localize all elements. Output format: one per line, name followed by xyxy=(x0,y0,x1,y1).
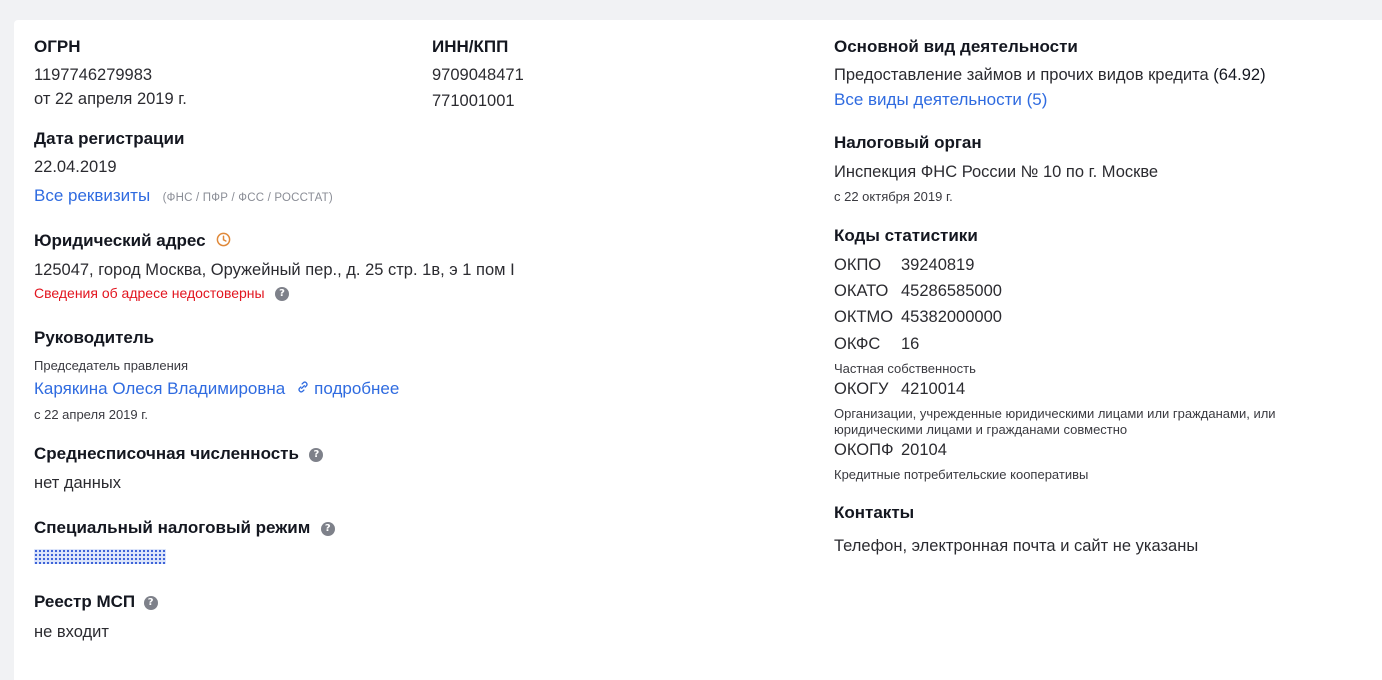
stat-okopf-desc: Кредитные потребительские кооперативы xyxy=(834,467,1089,482)
stat-okpo: ОКПО 39240819 xyxy=(834,256,974,275)
company-details-card: ОГРН 1197746279983 от 22 апреля 2019 г. … xyxy=(14,20,1382,680)
headcount-heading: Среднесписочная численность ? xyxy=(34,444,324,464)
contacts-label: Контакты xyxy=(834,503,915,522)
tax-regime-heading: Специальный налоговый режим ? xyxy=(34,518,335,538)
director-more-link[interactable]: подробнее xyxy=(314,379,399,398)
activity-value: Предоставление займов и прочих видов кре… xyxy=(834,66,1209,84)
msp-value: не входит xyxy=(34,623,109,641)
address-warning-row: Сведения об адресе недостоверны ? xyxy=(34,285,290,303)
address-warning: Сведения об адресе недостоверны xyxy=(34,285,265,301)
question-circle-icon[interactable]: ? xyxy=(275,286,290,301)
inn-value: 9709048471 xyxy=(432,66,524,84)
stat-okfs: ОКФС 16 xyxy=(834,335,919,354)
stat-okpo-value: 39240819 xyxy=(901,256,975,274)
stat-okogu-value: 4210014 xyxy=(901,380,966,398)
clock-icon[interactable] xyxy=(216,232,231,252)
ogrn-value: 1197746279983 xyxy=(34,66,153,84)
activity-row: Предоставление займов и прочих видов кре… xyxy=(834,66,1266,85)
stat-okato-value: 45286585000 xyxy=(901,282,1002,300)
stat-okato: ОКАТО 45286585000 xyxy=(834,282,1002,301)
question-circle-icon[interactable]: ? xyxy=(320,521,335,536)
stats-label: Коды статистики xyxy=(834,226,978,245)
stat-okogu-desc-1: Организации, учрежденные юридическими ли… xyxy=(834,406,1276,421)
stat-okogu: ОКОГУ 4210014 xyxy=(834,380,965,399)
inn-kpp-label: ИНН/КПП xyxy=(432,37,509,56)
registration-label: Дата регистрации xyxy=(34,129,185,148)
stat-okfs-desc: Частная собственность xyxy=(834,361,976,376)
ogrn-label: ОГРН xyxy=(34,37,81,56)
msp-label: Реестр МСП xyxy=(34,592,136,611)
kpp-value: 771001001 xyxy=(432,92,515,110)
stat-oktmo: ОКТМО 45382000000 xyxy=(834,308,1002,327)
address-label: Юридический адрес xyxy=(34,231,206,250)
stat-okato-code: ОКАТО xyxy=(834,282,889,300)
activity-label: Основной вид деятельности xyxy=(834,37,1078,56)
all-activities-link[interactable]: Все виды деятельности (5) xyxy=(834,90,1047,110)
stat-okogu-code: ОКОГУ xyxy=(834,380,889,398)
headcount-label: Среднесписочная численность xyxy=(34,444,299,463)
stat-okfs-code: ОКФС xyxy=(834,335,881,353)
contacts-value: Телефон, электронная почта и сайт не ука… xyxy=(834,537,1199,555)
headcount-value: нет данных xyxy=(34,474,122,492)
tax-regime-hidden-pattern[interactable] xyxy=(34,549,166,564)
requisites-sources: (ФНС / ПФР / ФСС / РОССТАТ) xyxy=(162,192,333,204)
stat-oktmo-code: ОКТМО xyxy=(834,308,894,326)
tax-authority-since: с 22 октября 2019 г. xyxy=(834,189,953,204)
stat-okfs-value: 16 xyxy=(901,335,920,353)
all-requisites-row: Все реквизиты (ФНС / ПФР / ФСС / РОССТАТ… xyxy=(34,186,333,206)
address-value: 125047, город Москва, Оружейный пер., д.… xyxy=(34,261,515,279)
registration-date: 22.04.2019 xyxy=(34,158,117,176)
activity-code: (64.92) xyxy=(1213,66,1266,84)
director-label: Руководитель xyxy=(34,328,155,347)
stat-okopf-code: ОКОПФ xyxy=(834,441,894,459)
stat-okogu-desc-2: юридическими лицами и гражданами совмест… xyxy=(834,422,1128,437)
stat-oktmo-value: 45382000000 xyxy=(901,308,1002,326)
director-row: Карякина Олеся Владимировна подробнее xyxy=(34,379,399,399)
stat-okpo-code: ОКПО xyxy=(834,256,882,274)
director-name-link[interactable]: Карякина Олеся Владимировна xyxy=(34,379,285,398)
tax-regime-label: Специальный налоговый режим xyxy=(34,518,311,537)
question-circle-icon[interactable]: ? xyxy=(143,595,158,610)
question-circle-icon[interactable]: ? xyxy=(309,447,324,462)
msp-heading: Реестр МСП ? xyxy=(34,592,158,612)
address-heading: Юридический адрес xyxy=(34,231,231,252)
link-icon xyxy=(296,380,310,399)
all-requisites-link[interactable]: Все реквизиты xyxy=(34,186,150,205)
tax-authority-value: Инспекция ФНС России № 10 по г. Москве xyxy=(834,163,1159,181)
stat-okopf: ОКОПФ 20104 xyxy=(834,441,947,460)
tax-authority-label: Налоговый орган xyxy=(834,133,982,152)
director-position: Председатель правления xyxy=(34,358,189,373)
ogrn-date: от 22 апреля 2019 г. xyxy=(34,90,187,108)
director-since: с 22 апреля 2019 г. xyxy=(34,407,149,422)
stat-okopf-value: 20104 xyxy=(901,441,947,459)
